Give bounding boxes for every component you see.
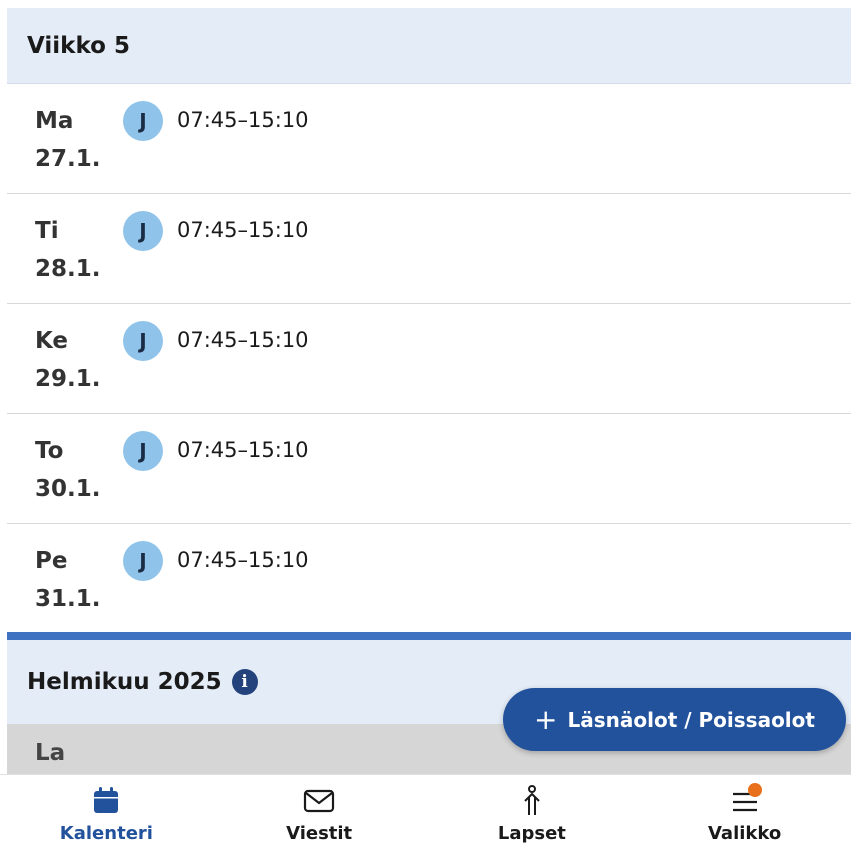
- month-divider: [7, 632, 851, 640]
- month-title: Helmikuu 2025: [27, 669, 222, 695]
- child-avatar: J: [123, 321, 163, 361]
- nav-label: Kalenteri: [59, 823, 153, 844]
- weekday: Pe: [35, 548, 68, 574]
- attendance-time: 07:45–15:10: [177, 108, 309, 132]
- weekday: To: [35, 438, 64, 464]
- notification-badge: [747, 783, 762, 797]
- attendance-time: 07:45–15:10: [177, 328, 309, 352]
- child-avatar: J: [123, 211, 163, 251]
- child-avatar: J: [123, 541, 163, 581]
- day-row[interactable]: Ma 27.1. J 07:45–15:10: [7, 84, 851, 194]
- fab-label: Läsnäolot / Poissaolot: [567, 707, 815, 732]
- weekday: Ma: [35, 108, 74, 134]
- week-header: Viikko 5: [7, 8, 851, 84]
- date: 29.1.: [35, 366, 101, 392]
- weekday: Ti: [35, 218, 59, 244]
- attendance-time: 07:45–15:10: [177, 548, 309, 572]
- date: 27.1.: [35, 146, 101, 172]
- day-label: Ma 27.1.: [35, 102, 101, 178]
- day-row[interactable]: Pe 31.1. J 07:45–15:10: [7, 524, 851, 634]
- day-list: Ma 27.1. J 07:45–15:10 Ti 28.1. J 07:45–…: [7, 84, 851, 634]
- weekday: La: [35, 740, 66, 766]
- weekday: Ke: [35, 328, 69, 354]
- attendance-time: 07:45–15:10: [177, 438, 309, 462]
- calendar-icon: [89, 785, 123, 817]
- date: 28.1.: [35, 256, 101, 282]
- day-label: Ti 28.1.: [35, 212, 101, 288]
- info-icon[interactable]: i: [231, 669, 258, 695]
- date: 30.1.: [35, 476, 101, 502]
- day-row[interactable]: To 30.1. J 07:45–15:10: [7, 414, 851, 524]
- day-label: To 30.1.: [35, 432, 101, 508]
- attendance-time: 07:45–15:10: [177, 218, 309, 242]
- nav-item-menu[interactable]: Valikko: [638, 775, 851, 844]
- plus-icon: +: [534, 702, 558, 736]
- day-row[interactable]: Ti 28.1. J 07:45–15:10: [7, 194, 851, 304]
- child-icon: [515, 785, 549, 817]
- week-title: Viikko 5: [27, 32, 130, 59]
- nav-item-messages[interactable]: Viestit: [213, 775, 426, 844]
- nav-label: Valikko: [707, 823, 782, 844]
- bottom-nav: Kalenteri Viestit Lapset Valikko: [0, 774, 851, 844]
- child-avatar: J: [123, 101, 163, 141]
- day-label: Ke 29.1.: [35, 322, 101, 398]
- menu-icon: [728, 783, 762, 817]
- attendance-absence-button[interactable]: + Läsnäolot / Poissaolot: [503, 688, 846, 751]
- nav-label: Viestit: [286, 823, 353, 844]
- day-row[interactable]: Ke 29.1. J 07:45–15:10: [7, 304, 851, 414]
- nav-item-children[interactable]: Lapset: [426, 775, 639, 844]
- date: 31.1.: [35, 586, 101, 612]
- nav-label: Lapset: [497, 823, 566, 844]
- day-label: Pe 31.1.: [35, 542, 101, 618]
- child-avatar: J: [123, 431, 163, 471]
- nav-item-calendar[interactable]: Kalenteri: [0, 775, 213, 844]
- envelope-icon: [302, 785, 336, 817]
